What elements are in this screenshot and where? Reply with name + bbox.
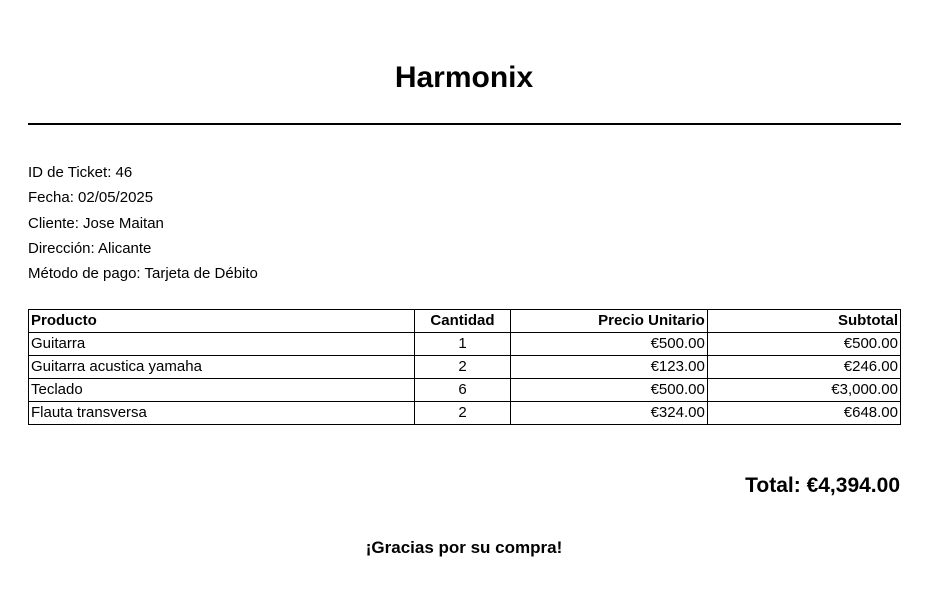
cell-subtotal: €3,000.00: [706, 378, 902, 402]
cell-product: Guitarra acustica yamaha: [28, 355, 415, 379]
ticket-address: Dirección: Alicante: [28, 239, 152, 257]
cell-unit-price: €500.00: [510, 378, 708, 402]
ticket-info: ID de Ticket: 46 Fecha: 02/05/2025 Clien…: [28, 160, 258, 286]
header-divider: [28, 123, 901, 125]
total-amount: Total: €4,394.00: [745, 474, 900, 497]
cell-unit-price: €324.00: [510, 401, 708, 425]
thank-you-message: ¡Gracias por su compra!: [365, 538, 563, 557]
cell-unit-price: €500.00: [510, 332, 708, 356]
cell-subtotal: €246.00: [706, 355, 902, 379]
cell-product: Guitarra: [28, 332, 415, 356]
ticket-date: Fecha: 02/05/2025: [28, 189, 154, 207]
cell-quantity: 6: [413, 378, 512, 402]
table-row: Guitarra 1 €500.00 €500.00: [28, 332, 902, 356]
ticket-payment-method: Método de pago: Tarjeta de Débito: [28, 265, 258, 283]
header-product: Producto: [28, 309, 415, 333]
cell-product: Teclado: [28, 378, 415, 402]
cell-unit-price: €123.00: [510, 355, 708, 379]
header-quantity: Cantidad: [413, 309, 512, 333]
table-row: Guitarra acustica yamaha 2 €123.00 €246.…: [28, 355, 902, 379]
items-table: Producto Cantidad Precio Unitario Subtot…: [28, 309, 902, 425]
table-header-row: Producto Cantidad Precio Unitario Subtot…: [28, 309, 902, 333]
cell-quantity: 1: [413, 332, 512, 356]
header-subtotal: Subtotal: [706, 309, 902, 333]
cell-quantity: 2: [413, 355, 512, 379]
ticket-id: ID de Ticket: 46: [28, 164, 133, 181]
table-row: Flauta transversa 2 €324.00 €648.00: [28, 401, 902, 425]
receipt-page: Harmonix ID de Ticket: 46 Fecha: 02/05/2…: [0, 0, 945, 595]
header-unit-price: Precio Unitario: [510, 309, 708, 333]
store-title: Harmonix: [394, 61, 534, 94]
cell-subtotal: €648.00: [706, 401, 902, 425]
ticket-client: Cliente: Jose Maitan: [28, 214, 164, 232]
cell-quantity: 2: [413, 401, 512, 425]
table-row: Teclado 6 €500.00 €3,000.00: [28, 378, 902, 402]
cell-product: Flauta transversa: [28, 401, 415, 425]
cell-subtotal: €500.00: [706, 332, 902, 356]
